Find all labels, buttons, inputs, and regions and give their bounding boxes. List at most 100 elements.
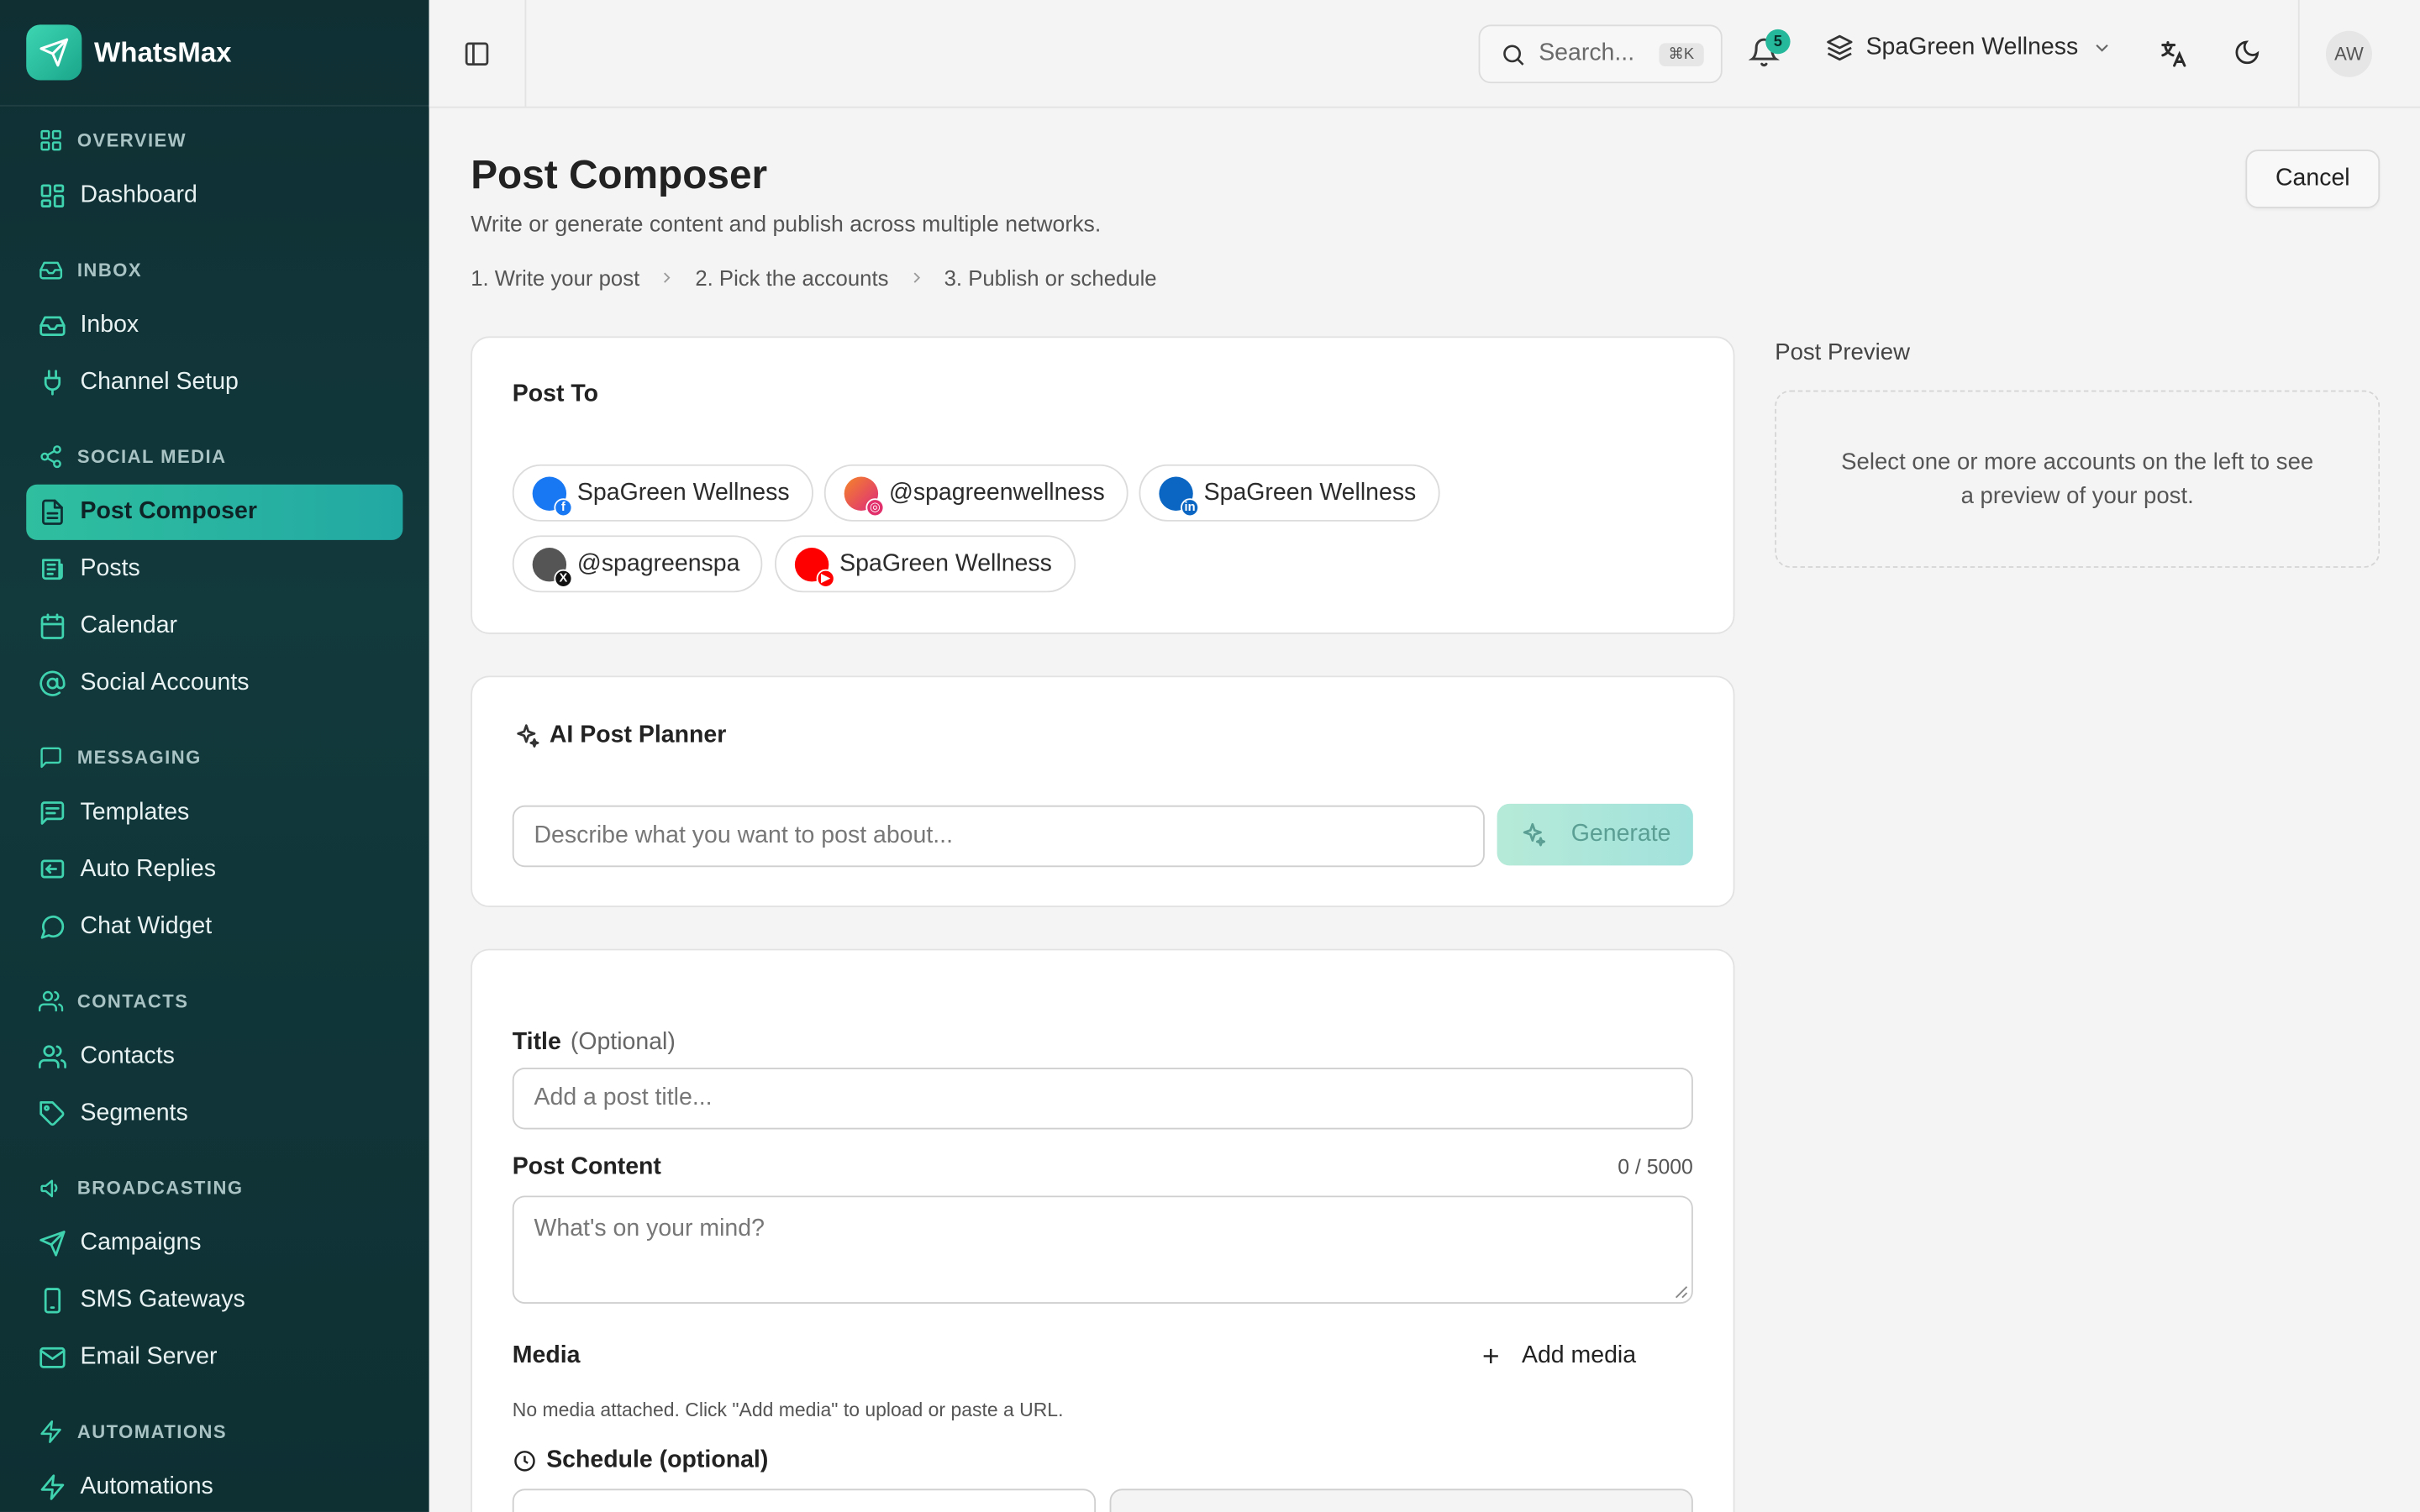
generate-label: Generate (1570, 821, 1671, 848)
post-content-textarea[interactable]: What's on your mind? (512, 1195, 1693, 1305)
app-logo-icon (26, 24, 82, 81)
sidebar-item-contacts[interactable]: Contacts (26, 1029, 402, 1084)
schedule-date-input[interactable] (512, 1488, 1097, 1512)
chevron-right-icon (908, 269, 926, 287)
account-name: SpaGreen Wellness (576, 479, 790, 506)
step-3: 3. Publish or schedule (944, 265, 1157, 291)
facebook-icon: f (554, 497, 573, 517)
sidebar-item-sms-gateways[interactable]: SMS Gateways (26, 1273, 402, 1328)
account-name: @spagreenspa (576, 549, 740, 577)
search-input[interactable]: Search... ⌘K (1478, 24, 1723, 84)
app-name: WhatsMax (94, 36, 232, 67)
youtube-icon: ▶ (816, 568, 835, 587)
nav-section-messaging: MESSAGING (26, 742, 402, 773)
sidebar-item-label: Chat Widget (80, 913, 213, 940)
nav-section-inbox: INBOX (26, 255, 402, 286)
chevron-right-icon (658, 269, 676, 287)
share-icon (39, 444, 63, 469)
sidebar-item-post-composer[interactable]: Post Composer (26, 484, 403, 540)
moon-icon (2235, 40, 2260, 65)
sidebar-item-channel-setup[interactable]: Channel Setup (26, 354, 402, 410)
search-icon (1503, 44, 1524, 65)
phone-icon (39, 1287, 66, 1315)
account-name: SpaGreen Wellness (1203, 479, 1417, 506)
sidebar-item-templates[interactable]: Templates (26, 785, 402, 841)
user-avatar[interactable]: AW (2325, 30, 2373, 77)
translate-icon (2161, 40, 2186, 67)
post-content-placeholder: What's on your mind? (534, 1215, 765, 1242)
nav-section-title: MESSAGING (76, 746, 202, 769)
zap-icon (39, 1473, 66, 1501)
ai-planner-header: AI Post Planner (513, 722, 726, 750)
top-header: Search... ⌘K 5 SpaGreen Wellness AW (429, 0, 2420, 108)
post-to-card: Post To f SpaGreen Wellness ◎ @spagreenwell… (471, 336, 1735, 634)
account-name: @spagreenwellness (888, 479, 1105, 506)
sidebar-item-calendar[interactable]: Calendar (26, 599, 402, 654)
generate-button[interactable]: Generate (1497, 803, 1693, 866)
sidebar-item-automations[interactable]: Automations (26, 1460, 402, 1512)
sidebar-item-inbox[interactable]: Inbox (26, 297, 402, 353)
title-field-label: Title (Optional) (513, 1029, 676, 1057)
sparkles-icon (517, 724, 539, 748)
schedule-label: Schedule (optional) (513, 1446, 769, 1475)
post-content-label: Post Content (512, 1153, 661, 1181)
nav-section-contacts: CONTACTS (26, 986, 402, 1017)
sidebar: WhatsMax OVERVIEW Dashboard INBOX Inbox Chan… (0, 0, 429, 1512)
resize-handle-icon[interactable] (1673, 1284, 1688, 1299)
nav-section-automations: AUTOMATIONS (26, 1416, 402, 1447)
account-chip-x[interactable]: X @spagreenspa (512, 535, 763, 593)
sidebar-item-label: Segments (80, 1100, 188, 1126)
step-1: 1. Write your post (471, 265, 640, 291)
post-preview-title: Post Preview (1775, 339, 1911, 366)
sidebar-item-label: Automations (80, 1473, 213, 1500)
schedule-timezone-select[interactable] (1109, 1488, 1693, 1512)
linkedin-icon: in (1181, 497, 1200, 517)
inbox-icon (39, 258, 63, 282)
account-chip-instagram[interactable]: ◎ @spagreenwellness (823, 464, 1128, 522)
newspaper-icon (39, 555, 66, 583)
zap-icon (39, 1420, 63, 1444)
post-title-input[interactable]: Add a post title... (512, 1067, 1693, 1130)
workspace-switcher[interactable]: SpaGreen Wellness (1826, 34, 2112, 61)
sidebar-item-social-accounts[interactable]: Social Accounts (26, 656, 402, 711)
sidebar-item-posts[interactable]: Posts (26, 542, 402, 597)
sidebar-item-campaigns[interactable]: Campaigns (26, 1215, 402, 1271)
page-title: Post Composer (471, 150, 768, 198)
ai-prompt-input[interactable]: Describe what you want to post about... (512, 805, 1485, 868)
sidebar-item-segments[interactable]: Segments (26, 1086, 402, 1142)
schedule-label-text: Schedule (optional) (546, 1446, 769, 1474)
theme-toggle-button[interactable] (2233, 39, 2261, 74)
template-icon (39, 799, 66, 827)
sidebar-item-chat-widget[interactable]: Chat Widget (26, 900, 402, 955)
account-chip-facebook[interactable]: f SpaGreen Wellness (512, 464, 813, 522)
workspace-name: SpaGreen Wellness (1865, 34, 2079, 60)
page-subtitle: Write or generate content and publish ac… (471, 213, 1102, 238)
media-label: Media (512, 1341, 581, 1369)
header-divider (2297, 0, 2300, 107)
at-sign-icon (39, 669, 66, 697)
sidebar-item-auto-replies[interactable]: Auto Replies (26, 843, 402, 898)
search-shortcut-badge: ⌘K (1659, 42, 1704, 66)
users-icon (38, 1043, 66, 1071)
compose-form-card: Title (Optional) Add a post title... Post… (471, 948, 1735, 1512)
nav-section-broadcasting: BROADCASTING (26, 1173, 402, 1204)
account-chip-youtube[interactable]: ▶ SpaGreen Wellness (775, 535, 1076, 593)
nav-section-title: CONTACTS (76, 990, 189, 1012)
post-title-placeholder: Add a post title... (534, 1084, 713, 1111)
account-avatar: in (1159, 475, 1200, 517)
sparkles-icon (1523, 822, 1545, 847)
panel-left-icon (465, 41, 489, 66)
sidebar-item-dashboard[interactable]: Dashboard (26, 168, 402, 223)
layers-icon (1827, 34, 1853, 61)
add-media-button[interactable]: Add media (1479, 1342, 1636, 1370)
brand[interactable]: WhatsMax (0, 0, 429, 107)
sidebar-toggle-button[interactable] (429, 0, 527, 107)
sidebar-item-email-server[interactable]: Email Server (26, 1330, 402, 1385)
cancel-button[interactable]: Cancel (2245, 150, 2381, 208)
language-button[interactable] (2158, 39, 2189, 77)
ai-planner-title: AI Post Planner (549, 722, 727, 748)
nav-section-title: BROADCASTING (76, 1177, 244, 1200)
nav-section-title: AUTOMATIONS (76, 1420, 228, 1443)
account-chip-linkedin[interactable]: in SpaGreen Wellness (1139, 464, 1439, 522)
users-icon (38, 989, 64, 1013)
